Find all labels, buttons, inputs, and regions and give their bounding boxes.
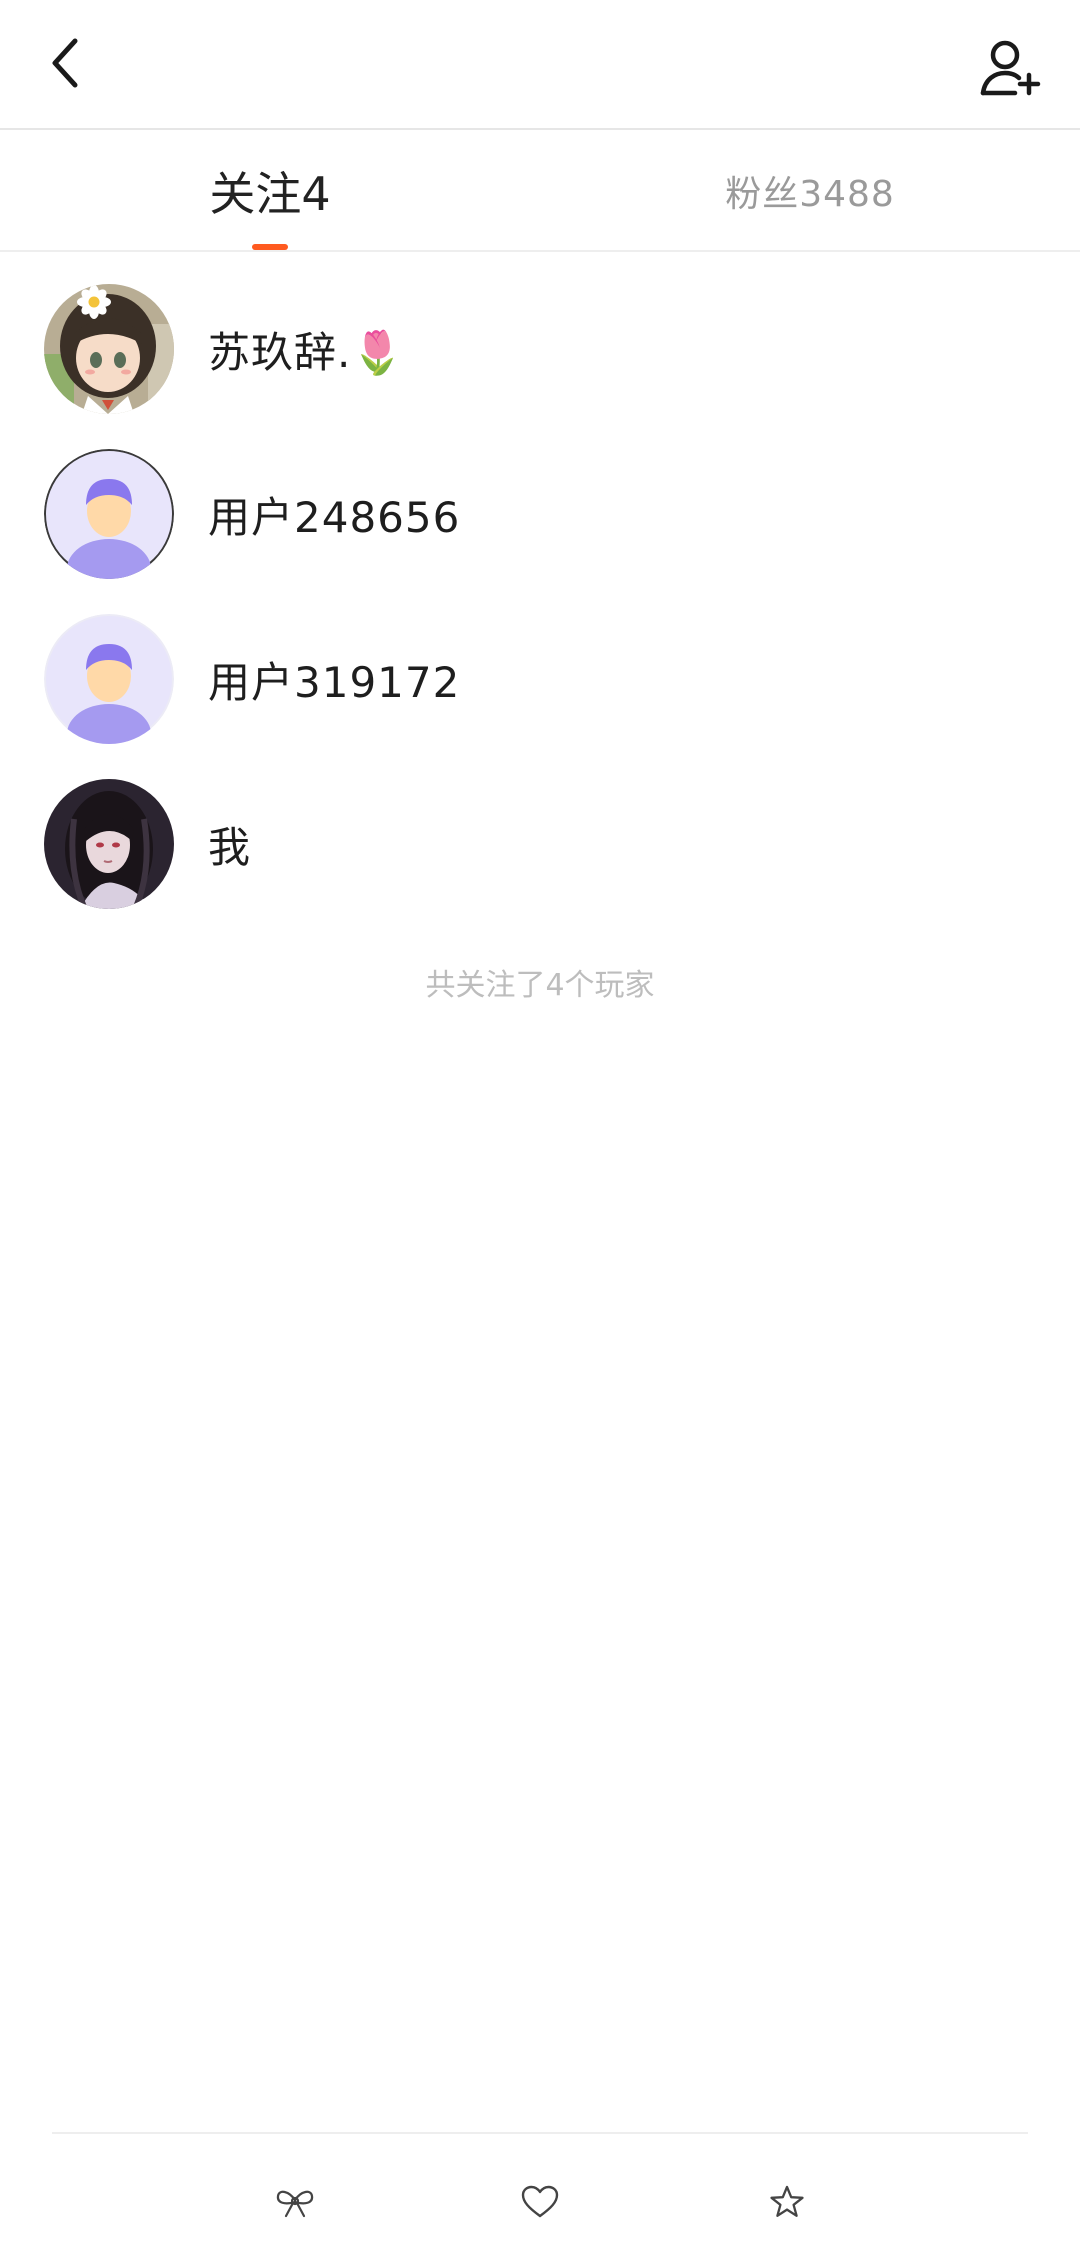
chevron-left-icon — [52, 38, 78, 88]
anime-girl-flower-avatar — [44, 284, 174, 414]
avatar[interactable] — [44, 284, 174, 414]
list-item[interactable]: 苏玖辞.🌷 — [0, 252, 1080, 417]
star-button[interactable] — [757, 2172, 817, 2232]
back-button[interactable] — [30, 28, 100, 98]
user-name: 用户319172 — [208, 657, 461, 707]
default-user-avatar — [44, 614, 174, 744]
following-count-note: 共关注了4个玩家 — [425, 968, 655, 1003]
avatar[interactable] — [44, 614, 174, 744]
bottom-bar — [0, 2132, 1080, 2264]
dark-haired-girl-avatar — [44, 779, 174, 909]
heart-icon — [521, 2185, 559, 2218]
user-name: 我 — [208, 822, 252, 872]
user-plus-icon — [980, 40, 1041, 96]
list-item[interactable]: 我 — [0, 747, 1080, 912]
tab-strip: 关注4 粉丝3488 — [0, 132, 1080, 252]
star-icon — [770, 2185, 804, 2217]
bow-icon — [276, 2190, 314, 2218]
user-name: 苏玖辞.🌷 — [208, 327, 405, 377]
list-item[interactable]: 用户248656 — [0, 417, 1080, 582]
add-user-button[interactable] — [970, 28, 1050, 108]
heart-button[interactable] — [510, 2172, 570, 2232]
active-tab-indicator — [252, 244, 288, 250]
tab-followers[interactable]: 粉丝3488 — [700, 132, 920, 250]
tab-following[interactable]: 关注4 — [170, 132, 370, 250]
divider — [52, 2132, 1028, 2134]
default-user-avatar — [44, 449, 174, 579]
bow-button[interactable] — [265, 2172, 325, 2232]
following-list: 苏玖辞.🌷 用户248656 用户319172 我 — [0, 252, 1080, 912]
list-item[interactable]: 用户319172 — [0, 582, 1080, 747]
user-name: 用户248656 — [208, 492, 461, 542]
top-bar — [0, 0, 1080, 130]
avatar[interactable] — [44, 449, 174, 579]
avatar[interactable] — [44, 779, 174, 909]
